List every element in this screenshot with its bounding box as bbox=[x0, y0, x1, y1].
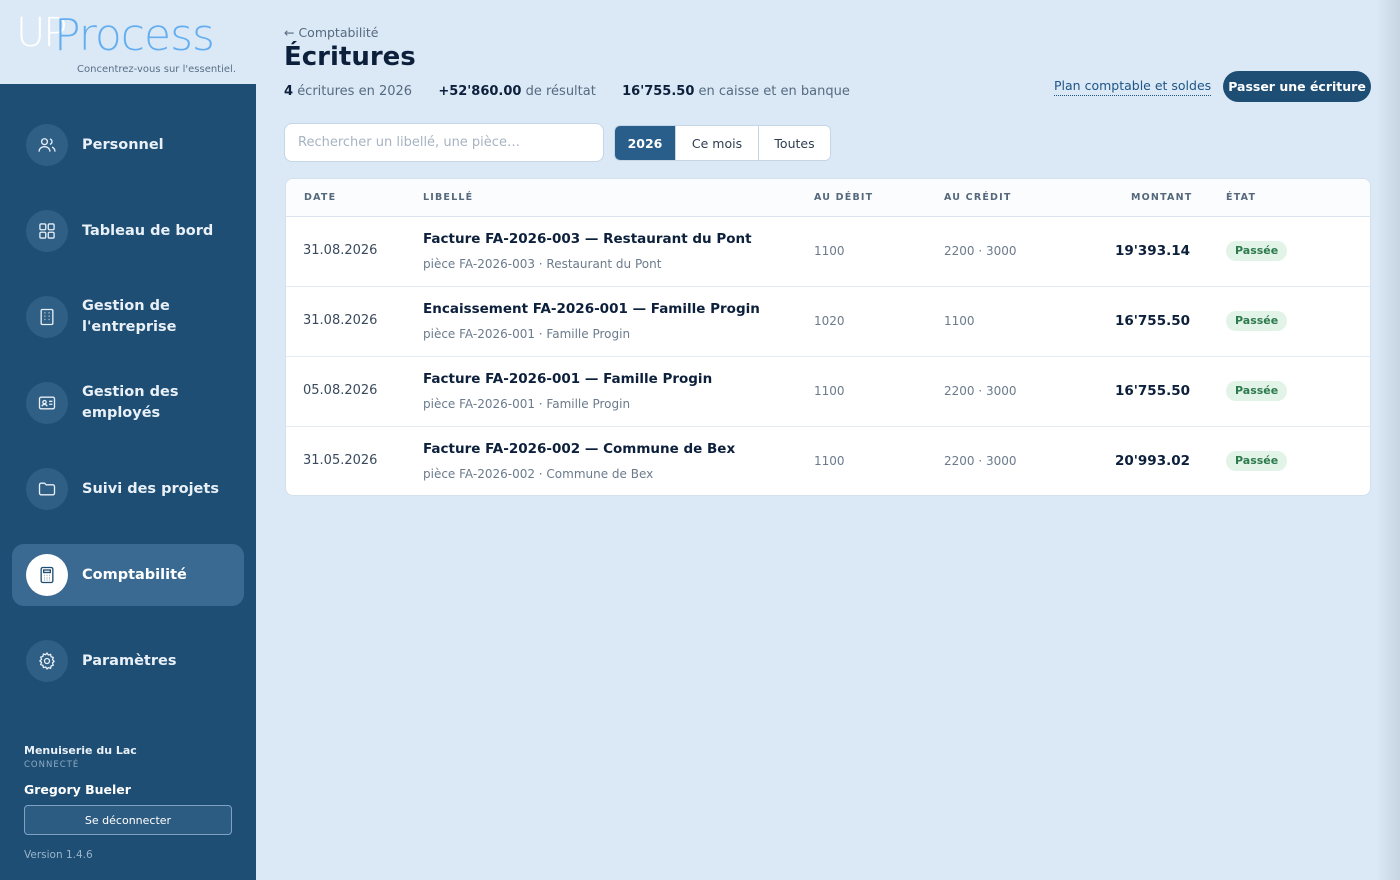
sidebar-item-settings[interactable]: Paramètres bbox=[12, 630, 244, 692]
company-name: Menuiserie du Lac bbox=[24, 744, 137, 757]
column-header-amount[interactable]: MONTANT bbox=[1131, 192, 1192, 203]
sidebar-nav: Personnel Tableau de bord Gestion de l'e… bbox=[12, 114, 244, 716]
table-row[interactable]: 31.08.2026 Facture FA-2026-003 — Restaur… bbox=[286, 217, 1370, 287]
row-subtitle: pièce FA-2026-001 · Famille Progin bbox=[423, 327, 631, 341]
summary-stats: 4 écritures en 2026 +52'860.00 de résult… bbox=[284, 84, 850, 99]
table-row[interactable]: 31.05.2026 Facture FA-2026-002 — Commune… bbox=[286, 427, 1370, 495]
period-filter: 2026 Ce mois Toutes bbox=[614, 125, 831, 161]
grid-icon bbox=[26, 210, 68, 252]
app-version: Version 1.4.6 bbox=[24, 849, 93, 861]
user-name: Gregory Bueler bbox=[24, 782, 131, 797]
breadcrumb[interactable]: ← Comptabilité bbox=[284, 25, 378, 40]
row-subtitle: pièce FA-2026-001 · Famille Progin bbox=[423, 397, 631, 411]
logout-button[interactable]: Se déconnecter bbox=[24, 805, 232, 835]
row-subtitle: pièce FA-2026-003 · Restaurant du Pont bbox=[423, 257, 662, 271]
main-content: ← Comptabilité Écritures 4 écritures en … bbox=[284, 0, 1372, 880]
sidebar-item-label: Gestion de l'entreprise bbox=[82, 298, 177, 335]
page-title: Écritures bbox=[284, 42, 416, 72]
sidebar-footer: Menuiserie du Lac CONNECTÉ Gregory Buele… bbox=[24, 744, 232, 861]
status-badge: Passée bbox=[1226, 241, 1288, 261]
row-date: 31.08.2026 bbox=[303, 313, 378, 328]
sidebar-item-projects[interactable]: Suivi des projets bbox=[12, 458, 244, 520]
row-title: Encaissement FA-2026-001 — Famille Progi… bbox=[423, 301, 760, 317]
table-row[interactable]: 31.08.2026 Encaissement FA-2026-001 — Fa… bbox=[286, 287, 1370, 357]
tagline: Concentrez-vous sur l'essentiel. bbox=[77, 64, 236, 75]
sidebar-item-company[interactable]: Gestion de l'entreprise bbox=[12, 286, 244, 348]
sidebar-item-employees[interactable]: Gestion des employés bbox=[12, 372, 244, 434]
row-amount: 16'755.50 bbox=[1114, 383, 1190, 399]
sidebar-item-label: Gestion des employés bbox=[82, 384, 179, 421]
column-header-date[interactable]: DATE bbox=[304, 192, 336, 203]
row-date: 31.08.2026 bbox=[303, 243, 378, 258]
entry-count: 4 bbox=[284, 84, 294, 99]
column-header-label[interactable]: LIBELLÉ bbox=[423, 192, 473, 203]
row-amount: 16'755.50 bbox=[1114, 313, 1190, 329]
row-subtitle: pièce FA-2026-002 · Commune de Bex bbox=[423, 467, 654, 481]
row-title: Facture FA-2026-001 — Famille Progin bbox=[423, 371, 713, 387]
brand-area: UP Process Concentrez-vous sur l'essenti… bbox=[0, 0, 256, 84]
connection-status: CONNECTÉ bbox=[24, 760, 80, 770]
row-credit: 2200 · 3000 bbox=[944, 454, 1017, 468]
sidebar-item-label: Comptabilité bbox=[82, 566, 187, 583]
row-amount: 19'393.14 bbox=[1114, 243, 1190, 259]
row-credit: 2200 · 3000 bbox=[944, 244, 1017, 258]
new-entry-button[interactable]: Passer une écriture bbox=[1223, 71, 1371, 102]
calculator-icon bbox=[26, 554, 68, 596]
app-logo[interactable]: UP Process bbox=[16, 6, 246, 62]
status-badge: Passée bbox=[1226, 451, 1288, 471]
row-debit: 1100 bbox=[814, 454, 845, 468]
sidebar-item-personnel[interactable]: Personnel bbox=[12, 114, 244, 176]
status-badge: Passée bbox=[1226, 311, 1288, 331]
id-card-icon bbox=[26, 382, 68, 424]
folder-icon bbox=[26, 468, 68, 510]
scroll-shadow bbox=[1376, 0, 1400, 880]
row-debit: 1100 bbox=[814, 384, 845, 398]
row-amount: 20'993.02 bbox=[1114, 453, 1190, 469]
cash-value: 16'755.50 bbox=[622, 84, 695, 99]
result-text: de résultat bbox=[525, 84, 596, 99]
status-badge: Passée bbox=[1226, 381, 1288, 401]
column-header-credit[interactable]: AU CRÉDIT bbox=[944, 192, 1012, 203]
column-header-debit[interactable]: AU DÉBIT bbox=[814, 192, 873, 203]
entry-count-text: écritures en 2026 bbox=[297, 84, 413, 99]
result-value: +52'860.00 bbox=[438, 84, 522, 99]
sidebar: UP Process Concentrez-vous sur l'essenti… bbox=[0, 0, 256, 880]
row-debit: 1100 bbox=[814, 244, 845, 258]
sidebar-item-accounting[interactable]: Comptabilité bbox=[12, 544, 244, 606]
column-header-status[interactable]: ÉTAT bbox=[1226, 192, 1256, 203]
logo-process-text: Process bbox=[54, 10, 215, 61]
sidebar-item-dashboard[interactable]: Tableau de bord bbox=[12, 200, 244, 262]
row-title: Facture FA-2026-003 — Restaurant du Pont bbox=[423, 231, 752, 247]
table-row[interactable]: 05.08.2026 Facture FA-2026-001 — Famille… bbox=[286, 357, 1370, 427]
cash-text: en caisse et en banque bbox=[698, 84, 850, 99]
gear-icon bbox=[26, 640, 68, 682]
table-header: DATE LIBELLÉ AU DÉBIT AU CRÉDIT MONTANT … bbox=[286, 179, 1370, 217]
chart-of-accounts-link[interactable]: Plan comptable et soldes bbox=[1054, 78, 1212, 96]
sidebar-item-label: Suivi des projets bbox=[82, 480, 219, 497]
sidebar-item-label: Tableau de bord bbox=[82, 222, 214, 239]
sidebar-item-label: Personnel bbox=[82, 136, 164, 153]
filter-month-button[interactable]: Ce mois bbox=[676, 126, 759, 160]
filter-all-button[interactable]: Toutes bbox=[759, 126, 830, 160]
row-debit: 1020 bbox=[814, 314, 845, 328]
row-date: 05.08.2026 bbox=[303, 383, 378, 398]
row-credit: 2200 · 3000 bbox=[944, 384, 1017, 398]
building-icon bbox=[26, 296, 68, 338]
filter-year-button[interactable]: 2026 bbox=[615, 126, 676, 160]
row-date: 31.05.2026 bbox=[303, 453, 378, 468]
entries-table: DATE LIBELLÉ AU DÉBIT AU CRÉDIT MONTANT … bbox=[285, 178, 1371, 496]
row-credit: 1100 bbox=[944, 314, 975, 328]
sidebar-item-label: Paramètres bbox=[82, 652, 177, 669]
search-input[interactable] bbox=[284, 123, 604, 162]
row-title: Facture FA-2026-002 — Commune de Bex bbox=[423, 441, 736, 457]
users-icon bbox=[26, 124, 68, 166]
